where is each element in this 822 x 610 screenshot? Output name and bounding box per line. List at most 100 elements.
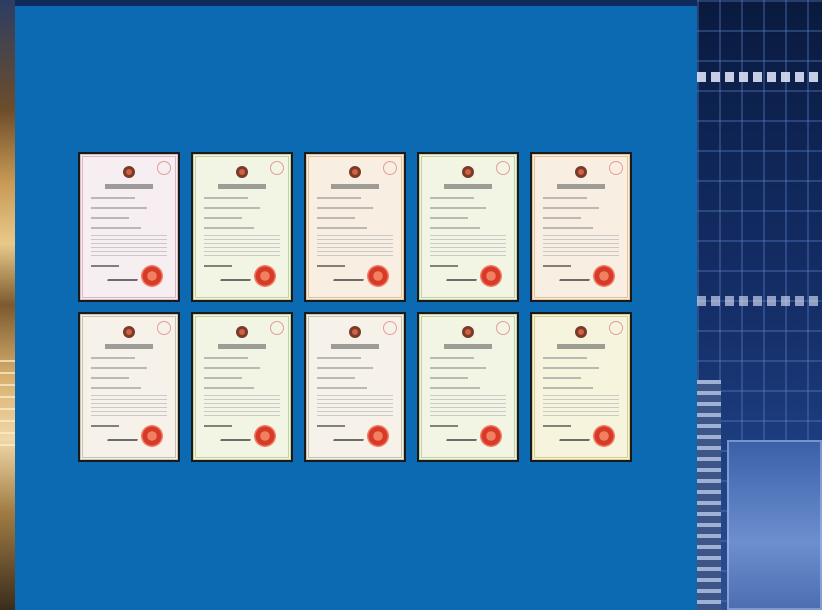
certificate-title-bar bbox=[557, 184, 605, 189]
text-line bbox=[317, 197, 361, 199]
red-seal-icon bbox=[367, 425, 389, 447]
text-block bbox=[91, 235, 167, 257]
certificate-thumbnail[interactable] bbox=[417, 152, 519, 302]
corner-seal-icon bbox=[383, 161, 397, 175]
signature-bar bbox=[204, 265, 232, 267]
corner-seal-icon bbox=[383, 321, 397, 335]
certificate-thumbnail[interactable] bbox=[78, 312, 180, 462]
text-line bbox=[430, 217, 468, 219]
red-seal-icon bbox=[367, 265, 389, 287]
text-line bbox=[317, 357, 361, 359]
signature-icon bbox=[333, 271, 367, 281]
signature-bar bbox=[317, 265, 345, 267]
certificate-page bbox=[306, 314, 404, 460]
text-line bbox=[317, 207, 373, 209]
text-line bbox=[317, 387, 367, 389]
signature-bar bbox=[91, 425, 119, 427]
corner-seal-icon bbox=[496, 321, 510, 335]
red-seal-icon bbox=[141, 265, 163, 287]
certificate-thumbnail[interactable] bbox=[191, 152, 293, 302]
text-line bbox=[91, 207, 147, 209]
red-seal-icon bbox=[254, 425, 276, 447]
text-line bbox=[430, 367, 486, 369]
red-seal-icon bbox=[141, 425, 163, 447]
text-line bbox=[204, 357, 248, 359]
text-line bbox=[430, 357, 474, 359]
emblem-icon bbox=[575, 166, 587, 178]
text-line bbox=[430, 387, 480, 389]
corner-seal-icon bbox=[270, 161, 284, 175]
corner-seal-icon bbox=[609, 321, 623, 335]
certificate-page bbox=[306, 154, 404, 300]
certificate-page bbox=[419, 314, 517, 460]
text-line bbox=[543, 357, 587, 359]
signature-bar bbox=[543, 265, 571, 267]
text-line bbox=[204, 367, 260, 369]
certificate-title-bar bbox=[331, 184, 379, 189]
signature-icon bbox=[107, 431, 141, 441]
signature-bar bbox=[204, 425, 232, 427]
certificate-thumbnail[interactable] bbox=[78, 152, 180, 302]
text-line bbox=[91, 197, 135, 199]
text-block bbox=[91, 395, 167, 417]
corner-seal-icon bbox=[270, 321, 284, 335]
emblem-icon bbox=[575, 326, 587, 338]
certificate-thumbnail[interactable] bbox=[304, 152, 406, 302]
red-seal-icon bbox=[593, 265, 615, 287]
certificate-page bbox=[419, 154, 517, 300]
signature-icon bbox=[559, 271, 593, 281]
building-photo-strip bbox=[697, 0, 822, 610]
certificate-page bbox=[193, 314, 291, 460]
certificate-title-bar bbox=[444, 344, 492, 349]
text-block bbox=[543, 235, 619, 257]
certificate-title-bar bbox=[444, 184, 492, 189]
text-block bbox=[543, 395, 619, 417]
emblem-icon bbox=[462, 326, 474, 338]
emblem-icon bbox=[236, 326, 248, 338]
signature-bar bbox=[543, 425, 571, 427]
certificate-title-bar bbox=[105, 184, 153, 189]
text-line bbox=[430, 377, 468, 379]
text-block bbox=[204, 395, 280, 417]
red-seal-icon bbox=[480, 265, 502, 287]
certificate-thumbnail[interactable] bbox=[530, 152, 632, 302]
certificate-thumbnail[interactable] bbox=[304, 312, 406, 462]
signature-bar bbox=[317, 425, 345, 427]
corner-seal-icon bbox=[157, 321, 171, 335]
signature-icon bbox=[333, 431, 367, 441]
certificate-thumbnail[interactable] bbox=[191, 312, 293, 462]
certificate-title-bar bbox=[557, 344, 605, 349]
certificate-thumbnail[interactable] bbox=[530, 312, 632, 462]
text-block bbox=[430, 395, 506, 417]
text-line bbox=[91, 227, 141, 229]
text-line bbox=[91, 367, 147, 369]
certificate-page bbox=[80, 314, 178, 460]
emblem-icon bbox=[123, 326, 135, 338]
text-block bbox=[317, 395, 393, 417]
text-line bbox=[543, 197, 587, 199]
text-line bbox=[543, 377, 581, 379]
signature-icon bbox=[446, 271, 480, 281]
red-seal-icon bbox=[254, 265, 276, 287]
certificate-page bbox=[193, 154, 291, 300]
signature-bar bbox=[91, 265, 119, 267]
text-line bbox=[317, 217, 355, 219]
emblem-icon bbox=[349, 166, 361, 178]
signature-icon bbox=[220, 431, 254, 441]
text-line bbox=[204, 197, 248, 199]
text-line bbox=[204, 227, 254, 229]
signature-icon bbox=[220, 271, 254, 281]
text-line bbox=[91, 387, 141, 389]
emblem-icon bbox=[236, 166, 248, 178]
emblem-icon bbox=[349, 326, 361, 338]
text-line bbox=[91, 217, 129, 219]
text-line bbox=[430, 207, 486, 209]
text-line bbox=[204, 377, 242, 379]
signature-icon bbox=[446, 431, 480, 441]
text-line bbox=[317, 377, 355, 379]
text-line bbox=[430, 227, 480, 229]
certificate-page bbox=[80, 154, 178, 300]
signature-bar bbox=[430, 425, 458, 427]
text-line bbox=[430, 197, 474, 199]
certificate-thumbnail[interactable] bbox=[417, 312, 519, 462]
